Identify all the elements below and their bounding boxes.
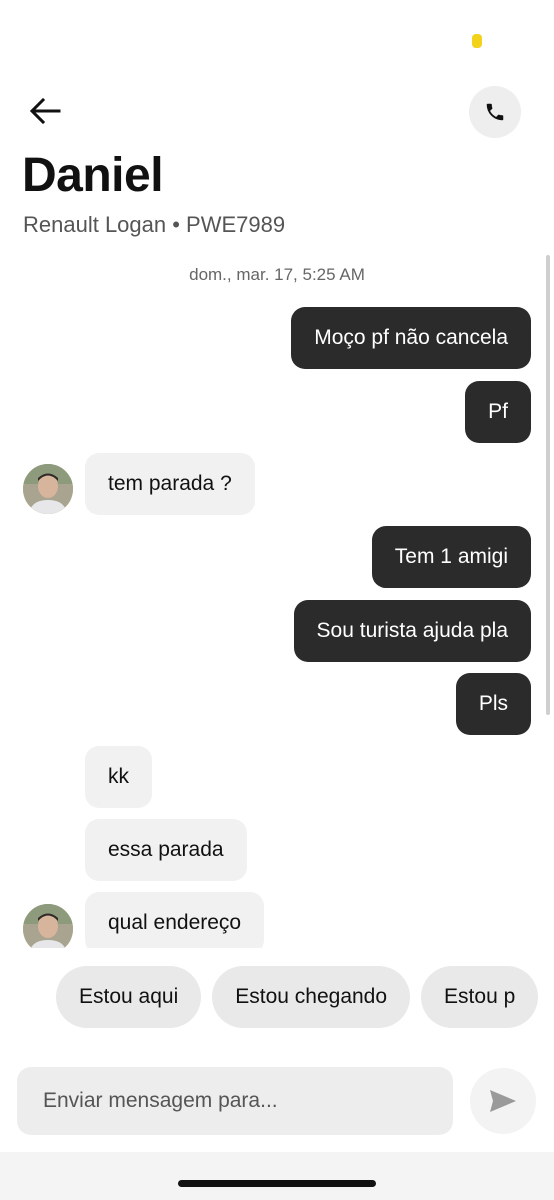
send-button[interactable] (470, 1068, 536, 1134)
message-outgoing: Pf (465, 381, 531, 443)
message-input[interactable] (41, 1088, 429, 1114)
arrow-left-icon (29, 97, 61, 125)
contact-name: Daniel (22, 149, 164, 202)
message-outgoing: Moço pf não cancela (291, 307, 531, 369)
driver-avatar (23, 464, 73, 514)
message-incoming: kk (85, 746, 152, 808)
call-button[interactable] (469, 86, 521, 138)
quick-reply-estou-p[interactable]: Estou p (421, 966, 539, 1028)
message-incoming: tem parada ? (85, 453, 255, 515)
message-outgoing: Sou turista ajuda pla (293, 600, 531, 662)
home-indicator[interactable] (178, 1180, 376, 1187)
chat-scrollbar[interactable] (546, 255, 550, 715)
status-indicator-dot (472, 34, 482, 48)
vehicle-info: Renault Logan • PWE7989 (23, 212, 286, 237)
message-input-container[interactable] (17, 1067, 453, 1135)
send-icon (490, 1090, 516, 1112)
message-incoming: essa parada (85, 819, 247, 881)
bottom-safe-area (0, 1152, 554, 1200)
message-outgoing: Pls (455, 673, 531, 735)
phone-icon (486, 103, 504, 121)
quick-reply-estou-aqui[interactable]: Estou aqui (56, 966, 202, 1028)
quick-replies: Estou aqui Estou chegando Estou p (56, 966, 554, 1028)
back-button[interactable] (22, 88, 68, 134)
message-timestamp: dom., mar. 17, 5:25 AM (189, 265, 365, 284)
message-incoming: qual endereço (85, 892, 265, 948)
message-outgoing: Tem 1 amigi (371, 526, 531, 588)
quick-reply-estou-chegando[interactable]: Estou chegando (212, 966, 411, 1028)
message-list[interactable]: dom., mar. 17, 5:25 AM Moço pf não cance… (0, 255, 554, 948)
driver-avatar (23, 904, 73, 948)
